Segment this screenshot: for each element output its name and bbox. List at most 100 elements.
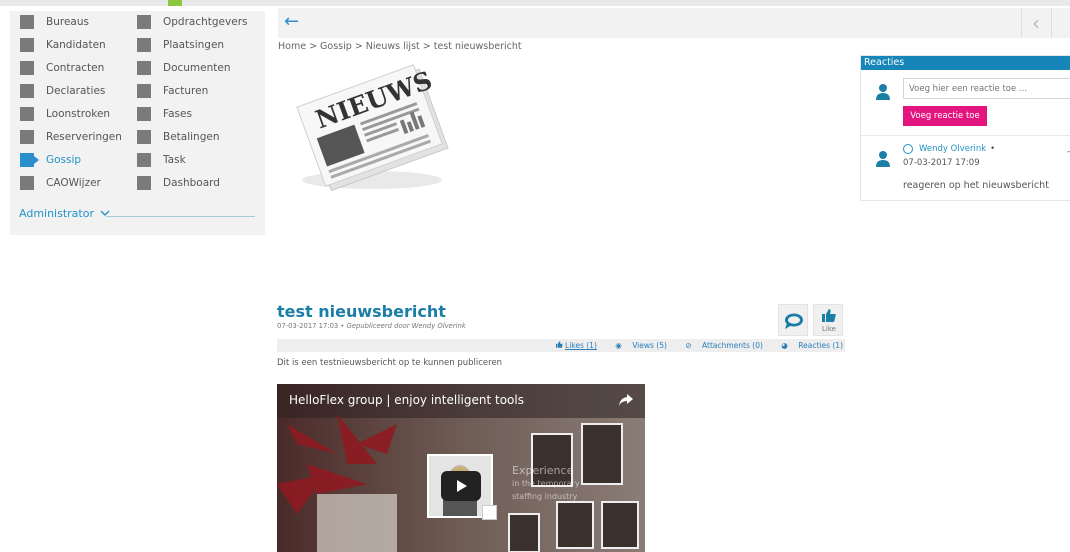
nav-label: Loonstroken [46,108,111,120]
reserveringen-icon [20,130,34,144]
nav-label: Reserveringen [46,131,122,143]
fases-icon [137,107,151,121]
administrator-label: Administrator [19,207,94,220]
comments-header: Reacties [861,56,1070,70]
nav-item-documenten[interactable]: Documenten [137,59,231,77]
views-stat: ◉ Views (5) [607,341,667,350]
thumbs-up-icon [555,341,563,348]
reacties-count: Reacties (1) [798,341,843,350]
play-button[interactable] [441,471,481,501]
user-avatar-icon [876,84,890,100]
nav-item-gossip[interactable]: Gossip [20,151,81,169]
chevron-left-icon[interactable]: ‹ [1021,8,1050,38]
thumbs-up-icon [822,309,836,322]
nav-label: Declaraties [46,85,106,97]
video-overlay-text: Experience in the temporary staffing ind… [512,464,580,503]
declaraties-icon [20,84,34,98]
user-avatar-icon [876,151,890,167]
views-count: Views (5) [632,341,667,350]
nav-item-plaatsingen[interactable]: Plaatsingen [137,36,224,54]
plaatsingen-icon [137,38,151,52]
nav-label: Facturen [163,85,209,97]
loonstroken-icon [20,107,34,121]
nav-label: Bureaus [46,16,89,28]
task-icon [137,153,151,167]
divider [106,216,255,217]
status-circle-icon [903,144,913,154]
nav-label: Dashboard [163,177,220,189]
nav-label: Fases [163,108,192,120]
article-body: Dit is een testnieuwsbericht op te kunne… [277,358,503,368]
back-arrow-icon[interactable]: ← [284,11,299,32]
article-date: 07-03-2017 17:03 [277,322,339,330]
comment-author-name: Wendy Olverink [919,144,987,154]
breadcrumb: Home > Gossip > Nieuws lijst > test nieu… [278,41,522,52]
nav-item-betalingen[interactable]: Betalingen [137,128,219,146]
nav-item-declaraties[interactable]: Declaraties [20,82,105,100]
comment-date: 07-03-2017 17:09 [903,158,980,168]
administrator-dropdown[interactable]: Administrator [19,207,110,220]
top-strip [0,0,1070,6]
nav-item-reserveringen[interactable]: Reserveringen [20,128,122,146]
nav-item-task[interactable]: Task [137,151,186,169]
gossip-active-icon [20,153,39,167]
nav-item-kandidaten[interactable]: Kandidaten [20,36,106,54]
attachments-count: Attachments (0) [702,341,763,350]
kandidaten-icon [20,38,34,52]
article-stats-bar: Likes (1) ◉ Views (5) ⊘ Attachments (0) … [277,339,845,352]
nav-item-fases[interactable]: Fases [137,105,192,123]
opdrachtgevers-icon [137,15,151,29]
article-meta: 07-03-2017 17:03 • Gepubliceerd door Wen… [277,322,466,330]
nav-label: Documenten [163,62,231,74]
video-title[interactable]: HelloFlex group | enjoy intelligent tool… [289,393,524,407]
nav-item-loonstroken[interactable]: Loonstroken [20,105,110,123]
nav-item-contracten[interactable]: Contracten [20,59,104,77]
likes-stat[interactable]: Likes (1) [555,341,597,350]
chat-bubble-icon: ◕ [781,341,788,350]
nav-label: Gossip [46,154,82,166]
overlay-line1: in the temporary [512,479,580,488]
nav-label: Plaatsingen [163,39,225,51]
main-navigation: Bureaus Kandidaten Contracten Declaratie… [10,11,265,235]
comment-author[interactable]: Wendy Olverink • [903,144,995,154]
nav-item-bureaus[interactable]: Bureaus [20,13,89,31]
overlay-main: Experience [512,464,574,477]
nav-item-facturen[interactable]: Facturen [137,82,208,100]
content-toolbar: ← ‹ [278,8,1070,38]
nav-label: Opdrachtgevers [163,16,248,28]
newspaper-illustration: NIEUWS [296,64,449,192]
likes-count: Likes (1) [565,341,597,350]
like-button[interactable]: Like [813,304,843,336]
nav-label: Kandidaten [46,39,106,51]
eye-icon: ◉ [615,341,622,350]
overlay-line2: staffing industry [512,492,578,501]
nav-label: CAOWijzer [46,177,101,189]
nav-item-caowijzer[interactable]: CAOWijzer [20,174,101,192]
bureaus-icon [20,15,34,29]
comment-separator: • [990,144,996,154]
article-stats: Likes (1) ◉ Views (5) ⊘ Attachments (0) … [548,341,843,350]
comments-panel: Reacties Voeg reactie toe Wendy Olverink… [860,55,1070,201]
video-embed[interactable]: HelloFlex group | enjoy intelligent tool… [277,384,645,552]
comment-text: reageren op het nieuwsbericht [903,180,1049,191]
share-icon[interactable] [619,394,633,406]
chat-bubble-icon [785,313,803,329]
documenten-icon [137,61,151,75]
nav-label: Task [163,154,186,166]
add-comment-button[interactable]: Voeg reactie toe [903,106,987,126]
nav-label: Betalingen [163,131,220,143]
reacties-stat[interactable]: ◕ Reacties (1) [773,341,843,350]
caowijzer-icon [20,176,34,190]
paperclip-icon: ⊘ [685,341,692,350]
contracten-icon [20,61,34,75]
nav-item-opdrachtgevers[interactable]: Opdrachtgevers [137,13,247,31]
like-label: Like [822,325,836,333]
comment-button[interactable] [778,304,808,336]
comment-input[interactable] [903,78,1070,99]
brand-accent [168,0,182,6]
dashboard-icon [137,176,151,190]
toolbar-extra-button[interactable] [1051,8,1070,38]
video-corner-box [482,505,497,520]
attachments-stat[interactable]: ⊘ Attachments (0) [677,341,763,350]
nav-item-dashboard[interactable]: Dashboard [137,174,220,192]
